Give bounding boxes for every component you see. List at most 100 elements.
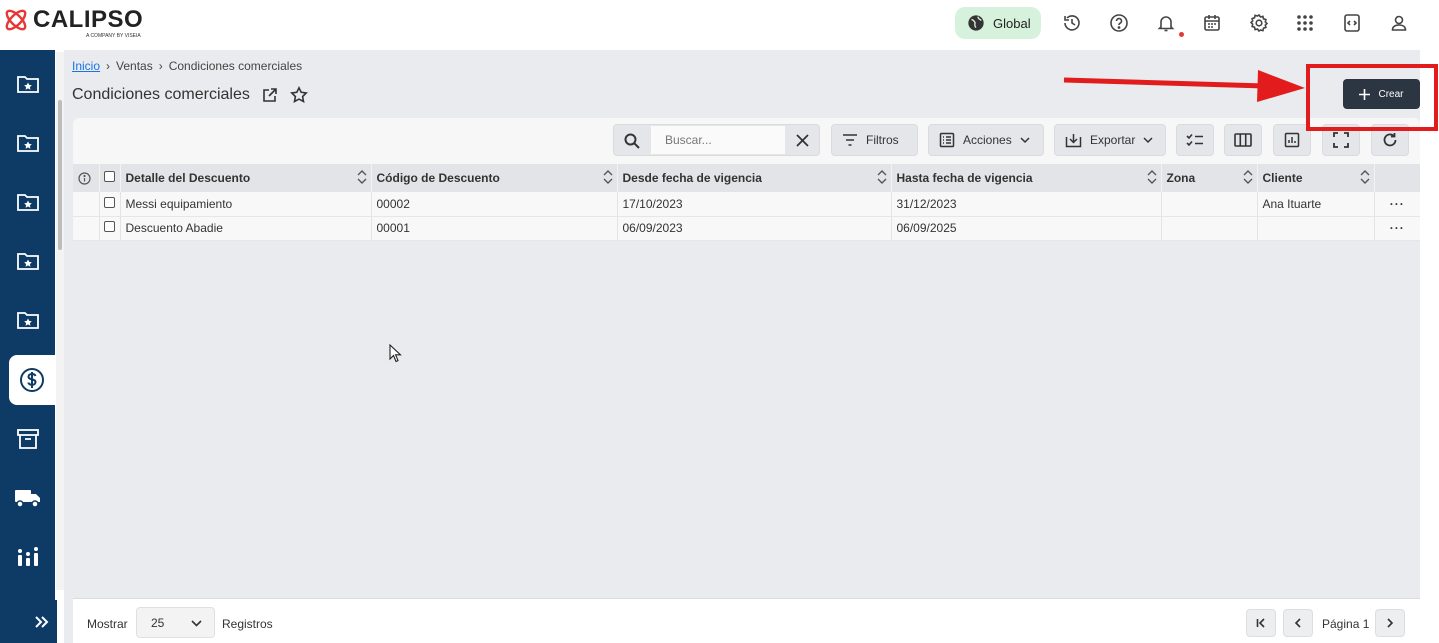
expand-icon [35,616,49,628]
code-window-icon[interactable] [1337,8,1367,38]
top-bar: CALIPSO A COMPANY BY VISEIA Global [0,0,1439,50]
sidebar-item-folder-5[interactable] [0,295,55,345]
sort-icon[interactable] [1243,170,1253,184]
search-icon[interactable] [624,133,640,149]
sidebar-item-folder-4[interactable] [0,236,55,286]
report-icon [1284,132,1300,148]
apps-grid-icon[interactable] [1290,8,1320,38]
cell-desde: 06/09/2023 [617,216,892,241]
row-checkbox[interactable] [103,196,115,208]
mouse-cursor-icon [389,344,402,363]
page-header: Condiciones comerciales [72,86,308,104]
select-all-checkbox[interactable] [103,171,115,182]
sidebar-item-folder-1[interactable] [0,59,55,109]
sort-icon[interactable] [1147,170,1157,184]
breadcrumb: Inicio › Ventas › Condiciones comerciale… [72,59,302,73]
table-row[interactable]: Messi equipamiento 00002 17/10/2023 31/1… [73,192,1420,217]
actions-column [1374,164,1420,192]
cell-hasta: 06/09/2025 [891,216,1162,241]
column-header-cliente[interactable]: Cliente [1257,164,1375,192]
column-header-desde[interactable]: Desde fecha de vigencia [617,164,892,192]
list-icon [939,132,955,148]
first-page-button[interactable] [1246,609,1276,637]
info-icon[interactable] [78,171,91,185]
grid-toolbar: Filtros Acciones Exportar [73,124,1420,158]
bell-icon[interactable] [1151,8,1181,38]
dollar-icon [20,368,44,392]
row-menu-button[interactable]: ··· [1374,216,1420,241]
filters-button[interactable]: Filtros [831,124,918,156]
column-header-codigo[interactable]: Código de Descuento [371,164,618,192]
breadcrumb-current: Condiciones comerciales [168,59,303,73]
search-input[interactable] [651,126,785,154]
annotation-arrow [1063,70,1305,102]
page-size-select[interactable]: 25 [136,607,215,638]
prev-page-button[interactable] [1283,609,1313,637]
brand-subtitle: A COMPANY BY VISEIA [86,33,141,39]
column-header-zona[interactable]: Zona [1161,164,1258,192]
next-page-button[interactable] [1375,609,1405,637]
sidebar-item-reports[interactable] [0,532,55,582]
truck-icon [14,490,40,508]
brand-name: CALIPSO [33,6,144,33]
folder-star-icon [16,76,39,93]
sort-icon[interactable] [603,170,613,184]
sidebar-expand-button[interactable] [27,600,57,643]
row-checkbox[interactable] [103,221,115,232]
history-icon[interactable] [1057,8,1087,38]
cell-detalle: Messi equipamiento [120,192,372,217]
show-label: Mostrar [87,617,128,631]
open-external-icon[interactable] [262,87,278,103]
page-size-value: 25 [151,615,165,630]
globe-icon [968,15,984,31]
sidebar-scroll-thumb[interactable] [58,100,62,250]
cell-codigo: 00002 [371,192,618,217]
breadcrumb-section[interactable]: Ventas [116,59,153,73]
bulk-select-button[interactable] [1176,124,1214,156]
cell-zona [1161,192,1258,217]
chevron-down-icon [1143,137,1153,144]
breadcrumb-home-link[interactable]: Inicio [72,59,100,73]
checklist-icon [1186,133,1203,147]
filters-label: Filtros [866,133,899,147]
calendar-icon[interactable] [1197,8,1227,38]
chevron-right-icon [1387,618,1394,628]
table-row[interactable]: Descuento Abadie 00001 06/09/2023 06/09/… [73,216,1420,241]
row-menu-button[interactable]: ··· [1374,192,1420,217]
sidebar-item-logistics[interactable] [0,473,55,523]
grid-footer: Mostrar 25 Registros Página 1 [73,598,1420,643]
sidebar-item-archive[interactable] [0,414,55,464]
cell-hasta: 31/12/2023 [891,192,1162,217]
user-icon[interactable] [1384,8,1414,38]
column-header-hasta[interactable]: Hasta fecha de vigencia [891,164,1162,192]
export-button[interactable]: Exportar [1054,124,1166,156]
sort-icon[interactable] [357,170,367,184]
cell-codigo: 00001 [371,216,618,241]
scope-selector[interactable]: Global [955,7,1041,39]
download-icon [1065,134,1082,148]
folder-star-icon [16,135,39,152]
app-logo[interactable]: CALIPSO [2,6,143,34]
sort-icon[interactable] [877,170,887,184]
actions-button[interactable]: Acciones [928,124,1044,156]
records-label: Registros [222,617,273,631]
folder-star-icon [16,194,39,211]
sidebar-item-folder-2[interactable] [0,118,55,168]
clear-search-icon[interactable] [796,134,809,147]
favorite-star-icon[interactable] [289,86,308,104]
columns-icon [1234,133,1252,147]
sidebar-item-folder-3[interactable] [0,177,55,227]
data-table: Detalle del Descuento Código de Descuent… [73,164,1420,241]
chevron-down-icon [191,619,202,627]
breadcrumb-separator: › [106,59,111,73]
column-header-detalle[interactable]: Detalle del Descuento [120,164,372,192]
sidebar-item-ventas[interactable] [9,355,55,405]
chart-icon [17,547,38,566]
settings-icon[interactable] [1244,8,1274,38]
help-icon[interactable] [1104,8,1134,38]
sort-icon[interactable] [1360,170,1370,184]
actions-label: Acciones [963,133,1012,147]
columns-button[interactable] [1224,124,1262,156]
page-title: Condiciones comerciales [72,86,250,103]
cell-cliente: Ana Ituarte [1257,192,1375,217]
